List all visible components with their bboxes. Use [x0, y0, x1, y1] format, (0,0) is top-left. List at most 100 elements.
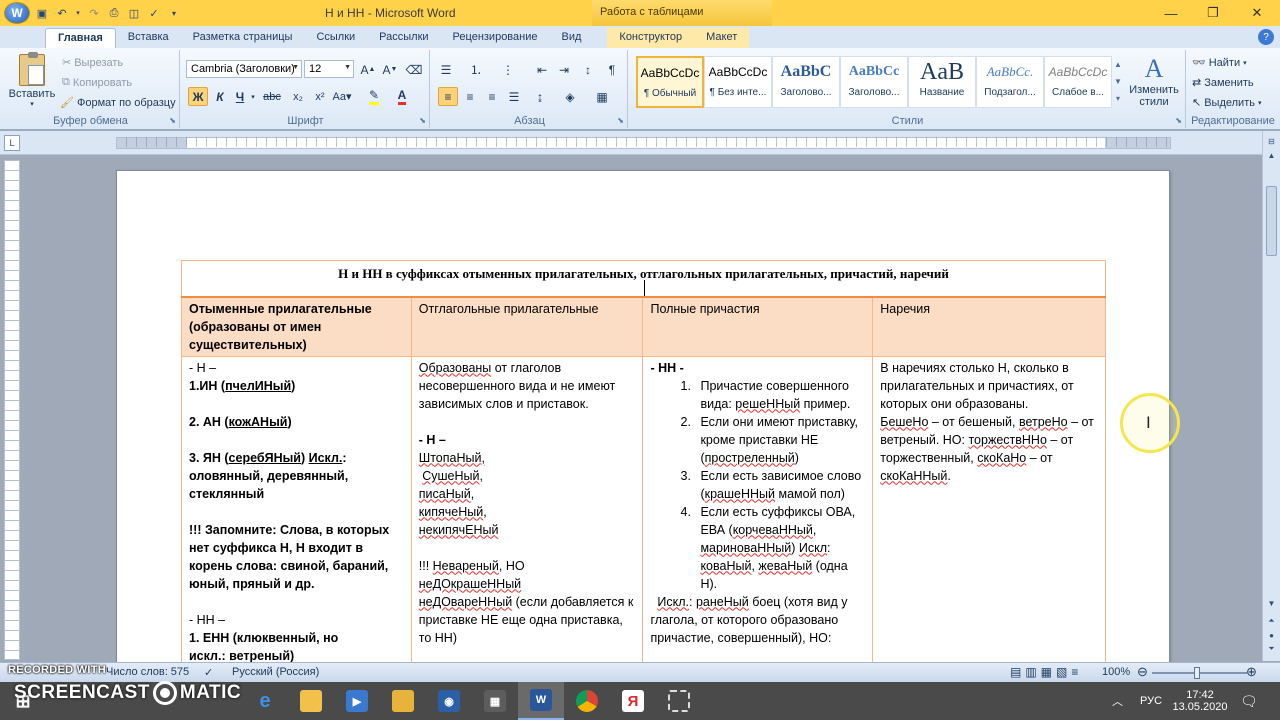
office-button[interactable]: W: [4, 2, 30, 24]
font-size-combo[interactable]: 12 ▼: [304, 60, 354, 78]
tray-expand-icon[interactable]: ︿: [1112, 682, 1123, 720]
grow-font-icon[interactable]: A ▲: [358, 60, 378, 79]
justify-icon[interactable]: ☰: [504, 87, 524, 106]
taskbar-folder[interactable]: [380, 682, 426, 720]
align-left-icon[interactable]: ≡: [438, 87, 458, 106]
numbering-icon[interactable]: ⒈: [466, 60, 486, 79]
show-marks-icon[interactable]: ¶: [602, 60, 622, 79]
zoom-out-icon[interactable]: ⊖: [1137, 664, 1148, 680]
tab-mailings[interactable]: Рассылки: [367, 28, 440, 48]
taskbar-app[interactable]: ▶: [334, 682, 380, 720]
paste-button[interactable]: Вставить ▾: [6, 52, 58, 112]
styles-scroll[interactable]: ▲ ▼ ▾: [1112, 56, 1124, 108]
header-cell[interactable]: Отглагольные прилагательные: [410, 296, 644, 357]
undo-icon[interactable]: ↶: [54, 5, 70, 21]
tab-table-layout[interactable]: Макет: [694, 28, 750, 48]
view-buttons-icon[interactable]: ▤▥▦▧≡: [1010, 665, 1082, 679]
restore-button[interactable]: ❐: [1190, 0, 1236, 26]
tab-selector-icon[interactable]: L: [4, 135, 20, 151]
next-page-icon[interactable]: ⏷: [1265, 643, 1278, 655]
taskbar-app2[interactable]: ▦: [472, 682, 518, 720]
find-button[interactable]: 👓 Найти ▾: [1192, 56, 1247, 70]
scrollbar-thumb[interactable]: [1266, 186, 1277, 256]
undo-dropdown-icon[interactable]: ▾: [74, 5, 82, 21]
align-center-icon[interactable]: ≡: [460, 87, 480, 106]
change-case-icon[interactable]: Aa▾: [332, 87, 352, 106]
adverbs-cell[interactable]: В наречиях столько Н, сколько в прилагат…: [872, 355, 1106, 668]
clear-formatting-icon[interactable]: ⌫: [404, 60, 424, 79]
print-preview-icon[interactable]: ◫: [126, 5, 142, 21]
paste-dropdown-icon[interactable]: ▾: [6, 100, 58, 108]
clipboard-launcher-icon[interactable]: ⬊: [169, 116, 176, 125]
subscript-icon[interactable]: x₂: [288, 87, 308, 106]
denominal-cell[interactable]: - Н – 1.ИН (пчелИНый) 2. АН (кожАНый) 3.…: [181, 355, 412, 668]
select-browse-object-icon[interactable]: ●: [1265, 629, 1278, 641]
shading-icon[interactable]: ◈: [560, 87, 580, 106]
underline-button[interactable]: Ч: [230, 87, 250, 106]
clock[interactable]: 17:42 13.05.2020: [1172, 682, 1228, 720]
bullets-icon[interactable]: ☰: [436, 60, 456, 79]
copy-button[interactable]: ⧉ Копировать: [62, 76, 132, 89]
zoom-level[interactable]: 100%: [1102, 666, 1130, 678]
close-button[interactable]: ✕: [1234, 0, 1280, 26]
style-heading-1[interactable]: AaBbC Заголово...: [772, 56, 840, 108]
paragraph-launcher-icon[interactable]: ⬊: [617, 116, 624, 125]
scroll-up-icon[interactable]: ▲: [1265, 149, 1278, 161]
line-spacing-icon[interactable]: ↨: [530, 87, 550, 106]
tab-view[interactable]: Вид: [550, 28, 594, 48]
styles-launcher-icon[interactable]: ⬊: [1175, 116, 1182, 125]
taskbar-explorer[interactable]: [288, 682, 334, 720]
style-normal[interactable]: AaBbCcDc ¶ Обычный: [636, 56, 704, 108]
style-heading-2[interactable]: AaBbCc Заголово...: [840, 56, 908, 108]
font-name-combo[interactable]: Cambria (Заголовки) ▼: [186, 60, 302, 78]
scroll-down-icon[interactable]: ▼: [1265, 597, 1278, 609]
vertical-scrollbar[interactable]: ⊟ ▲ ▼ ⏶ ● ⏷: [1262, 131, 1280, 661]
style-title[interactable]: AaB Название: [908, 56, 976, 108]
select-button[interactable]: ↖ Выделить ▾: [1192, 96, 1261, 110]
increase-indent-icon[interactable]: ⇥: [554, 60, 574, 79]
format-painter-button[interactable]: 🖌 Формат по образцу: [60, 96, 176, 110]
zoom-in-icon[interactable]: ⊕: [1246, 664, 1257, 680]
header-cell[interactable]: Отыменные прилагательные (образованы от …: [181, 296, 412, 357]
notifications-icon[interactable]: 🗨: [1240, 682, 1258, 720]
shrink-font-icon[interactable]: A ▼: [380, 60, 400, 79]
sort-icon[interactable]: ↕: [578, 60, 598, 79]
zoom-slider-knob[interactable]: [1194, 667, 1200, 679]
style-subtle-emphasis[interactable]: AaBbCcDc Слабое в...: [1044, 56, 1112, 108]
previous-page-icon[interactable]: ⏶: [1265, 615, 1278, 627]
cut-button[interactable]: ✂ Вырезать: [62, 56, 123, 70]
taskbar-media[interactable]: ◉: [426, 682, 472, 720]
tab-home[interactable]: Главная: [45, 28, 116, 48]
taskbar-ie[interactable]: e: [242, 682, 288, 720]
align-right-icon[interactable]: ≡: [482, 87, 502, 106]
minimize-button[interactable]: —: [1148, 0, 1194, 26]
spelling-icon[interactable]: ✓: [146, 5, 162, 21]
input-language[interactable]: РУС: [1140, 682, 1162, 720]
help-icon[interactable]: ?: [1258, 29, 1274, 45]
bold-button[interactable]: Ж: [188, 87, 208, 106]
decrease-indent-icon[interactable]: ⇤: [532, 60, 552, 79]
borders-icon[interactable]: ▦: [592, 87, 612, 106]
tab-review[interactable]: Рецензирование: [441, 28, 550, 48]
taskbar-recorder[interactable]: [656, 682, 702, 720]
font-color-icon[interactable]: A: [392, 87, 412, 106]
vertical-ruler[interactable]: [4, 160, 20, 660]
participles-cell[interactable]: - НН - Причастие совершенного вида: реше…: [642, 355, 874, 668]
taskbar-chrome[interactable]: [564, 682, 610, 720]
replace-button[interactable]: ⇄ Заменить: [1192, 76, 1254, 90]
proofing-icon[interactable]: ✓: [204, 666, 213, 679]
document-page[interactable]: Н и НН в суффиксах отыменных прилагатель…: [116, 170, 1170, 670]
header-cell[interactable]: Полные причастия: [642, 296, 874, 357]
strikethrough-icon[interactable]: abc: [262, 87, 282, 106]
taskbar-yandex[interactable]: Я: [610, 682, 656, 720]
style-no-spacing[interactable]: AaBbCcDc ¶ Без инте...: [704, 56, 772, 108]
customize-qat-icon[interactable]: ▾: [166, 5, 182, 21]
redo-icon[interactable]: ↷: [86, 5, 102, 21]
ruler-toggle-icon[interactable]: ⊟: [1265, 135, 1278, 147]
font-launcher-icon[interactable]: ⬊: [419, 116, 426, 125]
italic-button[interactable]: К: [210, 87, 230, 106]
print-icon[interactable]: ⎙: [106, 5, 122, 21]
tab-table-design[interactable]: Конструктор: [607, 28, 695, 48]
style-subtitle[interactable]: AaBbCc. Подзагол...: [976, 56, 1044, 108]
taskbar-word[interactable]: W: [518, 682, 564, 720]
